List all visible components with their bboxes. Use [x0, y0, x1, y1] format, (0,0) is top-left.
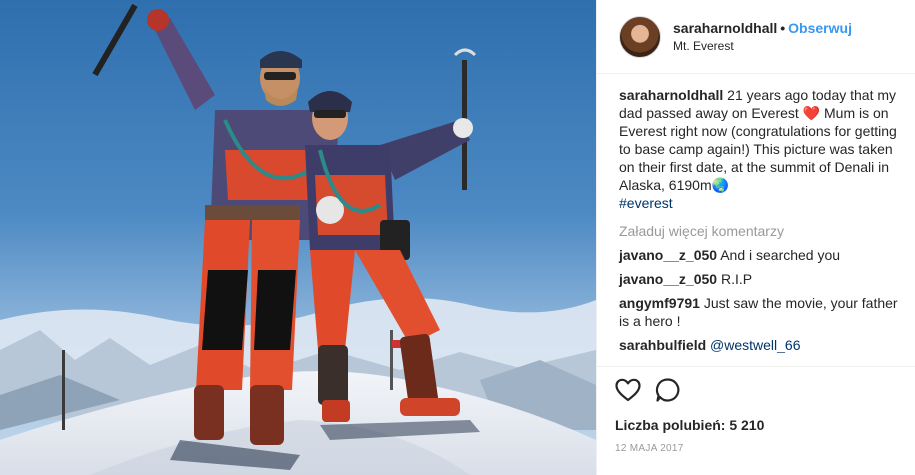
load-more-comments[interactable]: Załaduj więcej komentarzy	[619, 222, 901, 240]
comments-section[interactable]: saraharnoldhall 21 years ago today that …	[597, 84, 915, 367]
post-actions: Liczba polubień: 5 210 12 MAJA 2017	[597, 366, 915, 475]
header-username[interactable]: saraharnoldhall	[673, 20, 777, 36]
comment-item: javano__z_050 And i searched you	[619, 246, 901, 264]
avatar[interactable]	[619, 15, 661, 58]
comment-item: angymf9791 Just saw the movie, your fath…	[619, 294, 901, 330]
comment-username[interactable]: javano__z_050	[619, 247, 717, 263]
post-date[interactable]: 12 MAJA 2017	[615, 443, 901, 454]
summit-photo	[0, 0, 596, 475]
post-header: saraharnoldhall • Obserwuj Mt. Everest	[597, 0, 915, 74]
action-icons	[615, 375, 901, 405]
caption-hashtag[interactable]: #everest	[619, 195, 673, 211]
comment-icon[interactable]	[655, 377, 681, 403]
post-side-panel: saraharnoldhall • Obserwuj Mt. Everest sar…	[596, 0, 915, 475]
post-photo[interactable]	[0, 0, 596, 475]
follow-button[interactable]: Obserwuj	[788, 20, 852, 36]
likes-count[interactable]: Liczba polubień: 5 210	[615, 417, 901, 433]
comment-text: R.I.P	[720, 271, 753, 287]
comment-username[interactable]: javano__z_050	[619, 271, 717, 287]
location-link[interactable]: Mt. Everest	[673, 37, 852, 55]
instagram-post: saraharnoldhall • Obserwuj Mt. Everest sar…	[0, 0, 915, 475]
comment-text: And i searched you	[720, 247, 841, 263]
post-caption: saraharnoldhall 21 years ago today that …	[619, 86, 901, 212]
heart-icon[interactable]	[615, 378, 641, 402]
comment-username[interactable]: angymf9791	[619, 295, 700, 311]
comments-fade	[597, 349, 915, 367]
caption-username[interactable]: saraharnoldhall	[619, 87, 723, 103]
header-text: saraharnoldhall • Obserwuj Mt. Everest	[673, 19, 852, 55]
comment-item: javano__z_050 R.I.P	[619, 270, 901, 288]
separator-dot: •	[780, 19, 786, 36]
